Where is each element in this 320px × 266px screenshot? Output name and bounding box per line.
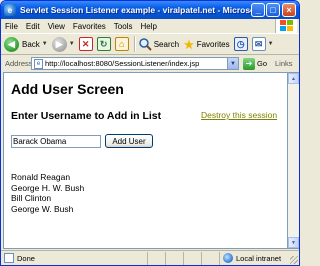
add-user-button[interactable]: Add User: [105, 134, 153, 148]
toolbar-separator: [133, 36, 135, 52]
window-title: Servlet Session Listener example - viral…: [20, 5, 260, 15]
intranet-globe-icon: [223, 253, 233, 263]
search-label: Search: [153, 39, 180, 49]
list-item: Ronald Reagan: [11, 172, 71, 182]
page-title: Add User Screen: [11, 81, 124, 97]
mail-button[interactable]: ✉ ▼: [251, 37, 274, 51]
search-icon: [138, 38, 152, 51]
back-button[interactable]: ◀ Back ▼: [4, 36, 48, 52]
favorites-label: Favorites: [196, 39, 230, 49]
list-item: Bill Clinton: [11, 193, 52, 203]
address-dropdown-icon[interactable]: ▼: [227, 58, 238, 69]
list-item: George W. Bush: [11, 203, 74, 214]
refresh-icon[interactable]: ↻: [96, 37, 111, 51]
status-panel: [201, 251, 219, 265]
forward-arrow-icon: ▶: [51, 36, 67, 52]
menu-help[interactable]: Help: [140, 22, 156, 31]
menu-view[interactable]: View: [48, 22, 65, 31]
back-arrow-icon: ◀: [4, 36, 19, 52]
address-input[interactable]: e http://localhost:8080/SessionListener/…: [31, 57, 239, 70]
address-label: Address: [5, 59, 33, 68]
go-button[interactable]: ➔ Go: [243, 57, 268, 70]
page-done-icon: [4, 253, 14, 263]
resize-grip-icon[interactable]: [290, 256, 298, 264]
menu-file[interactable]: File: [5, 22, 18, 31]
history-icon[interactable]: ◷: [233, 37, 248, 51]
stop-icon[interactable]: ✕: [78, 37, 93, 51]
status-panel: [147, 251, 165, 265]
username-input[interactable]: [11, 135, 101, 148]
vertical-scrollbar[interactable]: ▲ ▼: [288, 72, 299, 249]
list-item: George H. W. Bush: [11, 182, 85, 193]
page-content: Add User Screen Enter Username to Add in…: [3, 72, 288, 249]
mail-icon: ✉: [251, 37, 266, 51]
back-dropdown-icon[interactable]: ▼: [42, 41, 48, 47]
menu-tools[interactable]: Tools: [114, 22, 133, 31]
maximize-button[interactable]: □: [266, 3, 280, 17]
back-label: Back: [22, 39, 40, 49]
minimize-button[interactable]: _: [251, 3, 265, 17]
security-zone: Local intranet: [219, 251, 282, 265]
ie-icon: e: [4, 4, 16, 16]
menu-edit[interactable]: Edit: [26, 22, 40, 31]
destroy-session-link[interactable]: Destroy this session: [201, 110, 277, 120]
menu-favorites[interactable]: Favorites: [73, 22, 106, 31]
user-list: Ronald Reagan George H. W. Bush Bill Cli…: [11, 172, 84, 214]
home-icon[interactable]: ⌂: [114, 37, 129, 51]
mail-dropdown-icon[interactable]: ▼: [268, 41, 274, 47]
status-panel: [165, 251, 183, 265]
favorites-star-icon: ★: [183, 36, 195, 52]
zone-label: Local intranet: [236, 253, 282, 263]
standard-toolbar: ◀ Back ▼ ▶ ▼ ✕ ↻ ⌂ Search ★ Favorites ◷ …: [1, 33, 299, 55]
forward-button[interactable]: ▶ ▼: [51, 36, 75, 52]
status-bar: Done Local intranet: [1, 250, 299, 265]
windows-logo-icon: [275, 19, 297, 33]
scroll-up-icon[interactable]: ▲: [288, 73, 299, 84]
close-button[interactable]: ×: [282, 3, 296, 17]
search-button[interactable]: Search: [138, 37, 179, 51]
browser-window: e Servlet Session Listener example - vir…: [0, 0, 300, 266]
status-text: Done: [17, 253, 35, 263]
address-bar: Address e http://localhost:8080/SessionL…: [1, 56, 299, 71]
scroll-down-icon[interactable]: ▼: [288, 237, 299, 248]
page-icon: e: [34, 58, 43, 69]
menu-bar: File Edit View Favorites Tools Help: [1, 19, 299, 33]
links-button[interactable]: Links: [275, 59, 293, 68]
forward-dropdown-icon[interactable]: ▼: [69, 41, 75, 47]
status-panel: [183, 251, 201, 265]
title-bar[interactable]: e Servlet Session Listener example - vir…: [1, 1, 299, 19]
favorites-button[interactable]: ★ Favorites: [183, 38, 230, 51]
go-label: Go: [257, 59, 268, 68]
address-url: http://localhost:8080/SessionListener/in…: [45, 59, 200, 68]
go-arrow-icon: ➔: [243, 57, 255, 70]
page-subtitle: Enter Username to Add in List: [11, 110, 162, 122]
